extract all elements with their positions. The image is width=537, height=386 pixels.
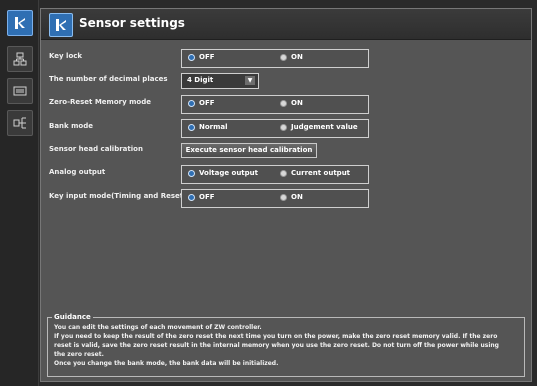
decimal-places-row: The number of decimal places 4 Digit ▼ <box>41 71 531 91</box>
radio-unselected-icon <box>280 123 287 131</box>
guidance-line: If you need to keep the result of the ze… <box>54 333 498 340</box>
key-input-radio-group: OFF ON <box>181 189 369 208</box>
radio-unselected-icon <box>280 193 287 201</box>
zero-reset-radio-group: OFF ON <box>181 95 369 114</box>
guidance-line: the zero reset. <box>54 351 104 358</box>
guidance-line: You can edit the settings of each moveme… <box>54 324 262 331</box>
radio-unselected-icon <box>280 53 287 61</box>
key-lock-row: Key lock OFF ON <box>41 48 531 68</box>
execute-calibration-button[interactable]: Execute sensor head calibration <box>181 143 317 158</box>
analog-voltage-radio[interactable]: Voltage output <box>188 169 258 177</box>
radio-selected-icon <box>188 123 195 131</box>
sensor-settings-icon <box>49 13 73 37</box>
guidance-line: Once you change the bank mode, the bank … <box>54 360 279 367</box>
left-nav-rail <box>0 0 39 386</box>
key-lock-off-radio[interactable]: OFF <box>188 53 215 61</box>
radio-selected-icon <box>188 193 195 201</box>
chevron-down-icon: ▼ <box>245 76 255 85</box>
key-input-mode-row: Key input mode(Timing and Reset) OFF ON <box>41 188 531 208</box>
panel-header: Sensor settings <box>41 9 531 40</box>
key-input-off-radio[interactable]: OFF <box>188 193 215 201</box>
key-lock-radio-group: OFF ON <box>181 49 369 68</box>
settings-panel: Sensor settings Key lock OFF ON The numb… <box>40 8 532 382</box>
bank-mode-judgement-radio[interactable]: Judgement value <box>280 123 358 131</box>
radio-selected-icon <box>188 99 195 107</box>
bank-mode-row: Bank mode Normal Judgement value <box>41 118 531 138</box>
bank-mode-normal-radio[interactable]: Normal <box>188 123 228 131</box>
display-icon[interactable] <box>7 78 33 104</box>
decimal-places-select[interactable]: 4 Digit ▼ <box>181 73 259 89</box>
bank-mode-radio-group: Normal Judgement value <box>181 119 369 138</box>
radio-unselected-icon <box>280 99 287 107</box>
zero-reset-on-radio[interactable]: ON <box>280 99 303 107</box>
zero-reset-row: Zero-Reset Memory mode OFF ON <box>41 94 531 114</box>
analog-output-label: Analog output <box>49 168 106 176</box>
radio-selected-icon <box>188 53 195 61</box>
app-window: Sensor settings Key lock OFF ON The numb… <box>0 0 537 386</box>
io-settings-icon[interactable] <box>7 110 33 136</box>
zero-reset-label: Zero-Reset Memory mode <box>49 98 151 106</box>
analog-current-radio[interactable]: Current output <box>280 169 350 177</box>
key-lock-label: Key lock <box>49 52 83 60</box>
guidance-title: Guidance <box>52 313 93 321</box>
decimal-places-label: The number of decimal places <box>49 75 168 83</box>
network-icon[interactable] <box>7 46 33 72</box>
analog-output-row: Analog output Voltage output Current out… <box>41 164 531 184</box>
analog-output-radio-group: Voltage output Current output <box>181 165 369 184</box>
zero-reset-off-radio[interactable]: OFF <box>188 99 215 107</box>
key-input-mode-label: Key input mode(Timing and Reset) <box>49 192 187 200</box>
key-input-on-radio[interactable]: ON <box>280 193 303 201</box>
radio-unselected-icon <box>280 169 287 177</box>
guidance-line: reset is valid, save the zero reset resu… <box>54 342 499 349</box>
bank-mode-label: Bank mode <box>49 122 93 130</box>
page-title: Sensor settings <box>79 16 185 30</box>
sensor-head-calibration-label: Sensor head calibration <box>49 145 143 153</box>
radio-selected-icon <box>188 169 195 177</box>
guidance-box: Guidance You can edit the settings of ea… <box>47 313 525 377</box>
sensor-settings-nav-icon[interactable] <box>7 10 33 36</box>
sensor-head-calibration-row: Sensor head calibration Execute sensor h… <box>41 141 531 161</box>
key-lock-on-radio[interactable]: ON <box>280 53 303 61</box>
